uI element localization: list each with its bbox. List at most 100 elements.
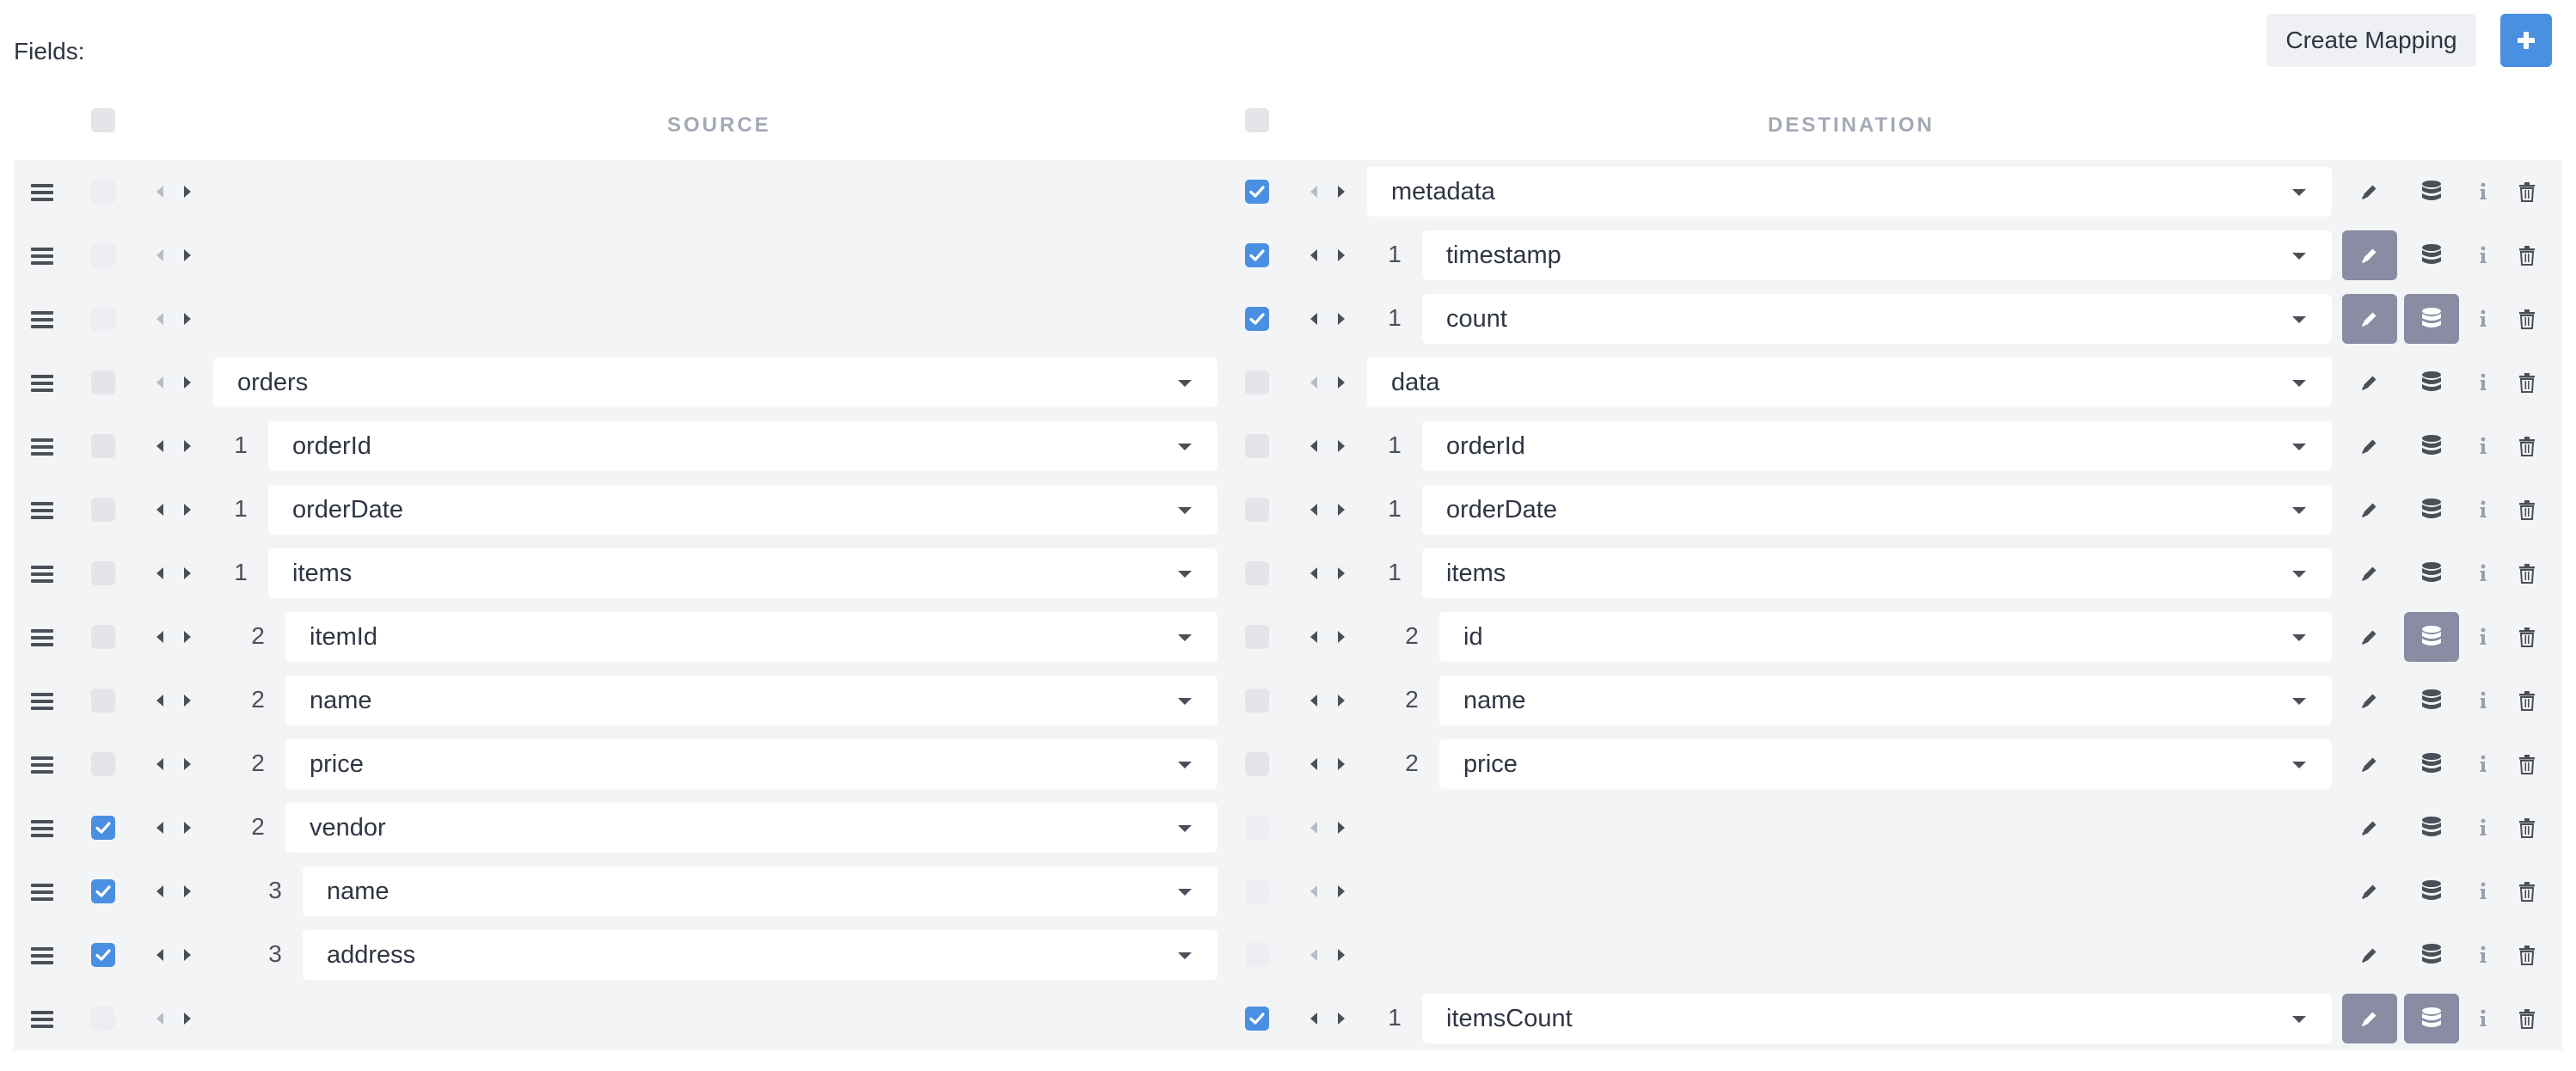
database-button[interactable] xyxy=(2404,421,2459,471)
info-button[interactable] xyxy=(2466,866,2500,916)
database-button[interactable] xyxy=(2404,167,2459,217)
destination-outdent-button[interactable] xyxy=(1309,753,1319,775)
source-indent-button[interactable] xyxy=(182,499,193,521)
source-checkbox[interactable] xyxy=(91,307,115,331)
destination-indent-button[interactable] xyxy=(1336,308,1346,330)
destination-indent-button[interactable] xyxy=(1336,880,1346,903)
destination-indent-button[interactable] xyxy=(1336,817,1346,839)
source-indent-button[interactable] xyxy=(182,944,193,966)
source-indent-button[interactable] xyxy=(182,562,193,584)
source-indent-button[interactable] xyxy=(182,689,193,712)
source-checkbox[interactable] xyxy=(91,688,115,713)
destination-outdent-button[interactable] xyxy=(1309,435,1319,457)
delete-button[interactable] xyxy=(2505,866,2548,916)
source-outdent-button[interactable] xyxy=(155,944,165,966)
edit-button[interactable] xyxy=(2342,612,2397,662)
delete-button[interactable] xyxy=(2505,739,2548,789)
source-field-select[interactable]: address xyxy=(303,930,1217,980)
source-outdent-button[interactable] xyxy=(155,689,165,712)
destination-field-select[interactable]: metadata xyxy=(1367,167,2332,217)
destination-outdent-button[interactable] xyxy=(1309,626,1319,648)
database-button[interactable] xyxy=(2404,739,2459,789)
edit-button[interactable] xyxy=(2342,485,2397,535)
source-checkbox[interactable] xyxy=(91,879,115,903)
create-mapping-button[interactable]: Create Mapping xyxy=(2266,14,2476,67)
info-button[interactable] xyxy=(2466,803,2500,853)
source-outdent-button[interactable] xyxy=(155,817,165,839)
destination-field-select[interactable]: price xyxy=(1439,739,2332,789)
destination-indent-button[interactable] xyxy=(1336,944,1346,966)
drag-handle-icon[interactable] xyxy=(31,947,53,964)
info-button[interactable] xyxy=(2466,739,2500,789)
source-outdent-button[interactable] xyxy=(155,1007,165,1030)
database-button[interactable] xyxy=(2404,866,2459,916)
info-button[interactable] xyxy=(2466,230,2500,280)
destination-indent-button[interactable] xyxy=(1336,435,1346,457)
drag-handle-icon[interactable] xyxy=(31,502,53,519)
destination-indent-button[interactable] xyxy=(1336,371,1346,394)
source-checkbox[interactable] xyxy=(91,752,115,776)
destination-checkbox[interactable] xyxy=(1245,1007,1269,1031)
source-checkbox[interactable] xyxy=(91,561,115,585)
delete-button[interactable] xyxy=(2505,930,2548,980)
source-field-select[interactable]: itemId xyxy=(285,612,1217,662)
info-button[interactable] xyxy=(2466,421,2500,471)
edit-button[interactable] xyxy=(2342,803,2397,853)
database-button[interactable] xyxy=(2404,930,2459,980)
destination-outdent-button[interactable] xyxy=(1309,817,1319,839)
source-outdent-button[interactable] xyxy=(155,181,165,203)
source-field-select[interactable]: vendor xyxy=(285,803,1217,853)
destination-outdent-button[interactable] xyxy=(1309,371,1319,394)
source-field-select[interactable]: price xyxy=(285,739,1217,789)
source-outdent-button[interactable] xyxy=(155,499,165,521)
delete-button[interactable] xyxy=(2505,548,2548,598)
info-button[interactable] xyxy=(2466,294,2500,344)
source-indent-button[interactable] xyxy=(182,880,193,903)
source-outdent-button[interactable] xyxy=(155,880,165,903)
destination-outdent-button[interactable] xyxy=(1309,880,1319,903)
destination-indent-button[interactable] xyxy=(1336,244,1346,266)
destination-outdent-button[interactable] xyxy=(1309,499,1319,521)
destination-outdent-button[interactable] xyxy=(1309,944,1319,966)
info-button[interactable] xyxy=(2466,994,2500,1043)
database-button[interactable] xyxy=(2404,994,2459,1043)
destination-checkbox[interactable] xyxy=(1245,625,1269,649)
source-outdent-button[interactable] xyxy=(155,244,165,266)
info-button[interactable] xyxy=(2466,612,2500,662)
info-button[interactable] xyxy=(2466,485,2500,535)
destination-checkbox[interactable] xyxy=(1245,816,1269,840)
destination-indent-button[interactable] xyxy=(1336,499,1346,521)
delete-button[interactable] xyxy=(2505,230,2548,280)
select-all-source-checkbox[interactable] xyxy=(91,108,115,132)
source-outdent-button[interactable] xyxy=(155,562,165,584)
delete-button[interactable] xyxy=(2505,485,2548,535)
source-checkbox[interactable] xyxy=(91,816,115,840)
edit-button[interactable] xyxy=(2342,548,2397,598)
source-field-select[interactable]: orderDate xyxy=(268,485,1217,535)
source-field-select[interactable]: orderId xyxy=(268,421,1217,471)
delete-button[interactable] xyxy=(2505,803,2548,853)
edit-button[interactable] xyxy=(2342,230,2397,280)
destination-field-select[interactable]: items xyxy=(1422,548,2332,598)
select-all-destination-checkbox[interactable] xyxy=(1245,108,1269,132)
database-button[interactable] xyxy=(2404,676,2459,725)
database-button[interactable] xyxy=(2404,612,2459,662)
edit-button[interactable] xyxy=(2342,866,2397,916)
destination-outdent-button[interactable] xyxy=(1309,308,1319,330)
destination-indent-button[interactable] xyxy=(1336,181,1346,203)
database-button[interactable] xyxy=(2404,358,2459,407)
edit-button[interactable] xyxy=(2342,994,2397,1043)
destination-checkbox[interactable] xyxy=(1245,943,1269,967)
destination-field-select[interactable]: name xyxy=(1439,676,2332,725)
source-field-select[interactable]: name xyxy=(303,866,1217,916)
source-checkbox[interactable] xyxy=(91,243,115,267)
destination-indent-button[interactable] xyxy=(1336,753,1346,775)
destination-field-select[interactable]: itemsCount xyxy=(1422,994,2332,1043)
destination-outdent-button[interactable] xyxy=(1309,181,1319,203)
destination-indent-button[interactable] xyxy=(1336,626,1346,648)
source-outdent-button[interactable] xyxy=(155,753,165,775)
source-field-select[interactable]: items xyxy=(268,548,1217,598)
destination-outdent-button[interactable] xyxy=(1309,244,1319,266)
source-indent-button[interactable] xyxy=(182,244,193,266)
destination-field-select[interactable]: orderDate xyxy=(1422,485,2332,535)
